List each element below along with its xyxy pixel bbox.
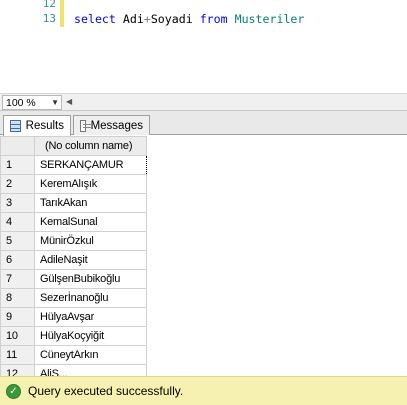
table-row[interactable]: 10 HülyaKoçyiğit	[0, 326, 147, 346]
table-row[interactable]: 2 KeremAlışık	[0, 174, 147, 194]
keyword-from: from	[199, 12, 228, 26]
cell-value[interactable]: GülşenBubikoğlu	[34, 269, 147, 289]
table-row[interactable]: 9 HülyaAvşar	[0, 307, 147, 327]
table-row[interactable]: 7 GülşenBubikoğlu	[0, 269, 147, 289]
cell-value[interactable]: KemalSunal	[34, 212, 147, 232]
grid-corner-cell[interactable]	[0, 136, 35, 156]
row-number[interactable]: 3	[0, 193, 35, 213]
cell-value[interactable]: AdileNaşit	[34, 250, 147, 270]
row-number[interactable]: 10	[0, 326, 35, 346]
table-row[interactable]: 1 SERKANÇAMUR	[0, 155, 147, 175]
row-number[interactable]: 8	[0, 288, 35, 308]
row-number[interactable]: 12	[0, 364, 35, 376]
table-row[interactable]: 12 AliS...	[0, 364, 147, 376]
zoom-dropdown[interactable]: 100 % ▼	[2, 95, 62, 110]
change-tracking-bar	[60, 0, 64, 27]
keyword-select: select	[74, 12, 116, 26]
line-number: 13	[42, 12, 56, 25]
results-grid[interactable]: (No column name) 1 SERKANÇAMUR 2 KeremAlış…	[0, 136, 407, 376]
identifier-adi: Adi	[122, 12, 144, 26]
status-text: Query executed successfully.	[28, 384, 184, 398]
cell-value[interactable]: Sezerİnanoğlu	[34, 288, 147, 308]
column-header[interactable]: (No column name)	[34, 136, 147, 156]
tab-messages-label: Messages	[90, 119, 143, 132]
row-number[interactable]: 5	[0, 231, 35, 251]
table-row[interactable]: 5 MünirÖzkul	[0, 231, 147, 251]
table-row[interactable]: 8 Sezerİnanoğlu	[0, 288, 147, 308]
results-tabbar: Results Messages	[0, 111, 407, 136]
row-number[interactable]: 7	[0, 269, 35, 289]
cell-value[interactable]: SERKANÇAMUR	[34, 155, 147, 175]
row-number[interactable]: 6	[0, 250, 35, 270]
grid-icon	[10, 120, 21, 132]
chevron-down-icon: ▼	[51, 98, 59, 107]
cell-value[interactable]: MünirÖzkul	[34, 231, 147, 251]
success-check-icon: ✓	[6, 383, 21, 399]
line-number: 12	[42, 0, 56, 10]
cell-value[interactable]: HülyaAvşar	[34, 307, 147, 327]
table-name: Musteriler	[234, 12, 305, 26]
cell-value[interactable]: KeremAlışık	[34, 174, 147, 194]
row-number[interactable]: 1	[0, 155, 35, 175]
cell-value[interactable]: TarıkAkan	[34, 193, 147, 213]
table-row[interactable]: 4 KemalSunal	[0, 212, 147, 232]
tab-messages[interactable]: Messages	[73, 115, 150, 135]
table-row[interactable]: 6 AdileNaşit	[0, 250, 147, 270]
scroll-left-icon[interactable]: ◀	[66, 97, 72, 106]
messages-icon	[80, 119, 91, 132]
row-number[interactable]: 11	[0, 345, 35, 365]
tab-results[interactable]: Results	[3, 115, 71, 136]
tab-results-label: Results	[25, 120, 64, 132]
zoom-bar: 100 % ▼ ◀	[0, 93, 407, 111]
query-editor[interactable]: 12 13 select Adi+Soyadi from Musteriler	[0, 0, 407, 93]
code-line-13[interactable]: select Adi+Soyadi from Musteriler	[74, 12, 304, 26]
operator-plus: +	[143, 12, 151, 26]
status-bar: ✓ Query executed successfully.	[0, 376, 407, 405]
table-row[interactable]: 3 TarıkAkan	[0, 193, 147, 213]
cell-value[interactable]: HülyaKoçyiğit	[34, 326, 147, 346]
results-table: (No column name) 1 SERKANÇAMUR 2 KeremAlış…	[0, 136, 147, 376]
row-number[interactable]: 4	[0, 212, 35, 232]
identifier-soyadi: Soyadi	[150, 12, 193, 26]
zoom-value: 100 %	[6, 96, 36, 109]
cell-value[interactable]: AliS...	[34, 364, 147, 376]
table-row[interactable]: 11 CüneytArkın	[0, 345, 147, 365]
row-number[interactable]: 2	[0, 174, 35, 194]
row-number[interactable]: 9	[0, 307, 35, 327]
cell-value[interactable]: CüneytArkın	[34, 345, 147, 365]
line-number-gutter: 12 13	[0, 0, 56, 93]
